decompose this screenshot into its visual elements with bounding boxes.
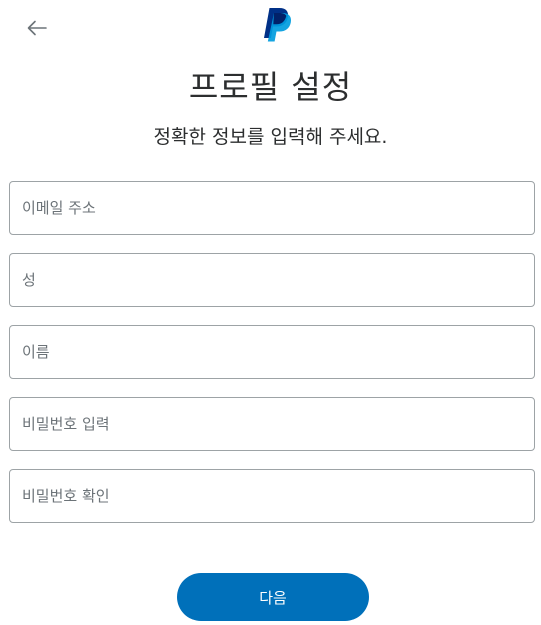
- password-field[interactable]: [9, 397, 535, 451]
- back-button[interactable]: [22, 14, 52, 42]
- last-name-field[interactable]: [9, 253, 535, 307]
- confirm-password-field[interactable]: [9, 469, 535, 523]
- arrow-left-icon: [27, 20, 47, 36]
- page-subtitle: 정확한 정보를 입력해 주세요.: [153, 126, 388, 148]
- first-name-field[interactable]: [9, 325, 535, 379]
- profile-setup-page: 프로필 설정 정확한 정보를 입력해 주세요. 다음: [0, 0, 541, 625]
- next-button[interactable]: 다음: [177, 573, 369, 621]
- page-title: 프로필 설정: [188, 68, 353, 106]
- paypal-logo-icon: [264, 8, 292, 42]
- email-field[interactable]: [9, 181, 535, 235]
